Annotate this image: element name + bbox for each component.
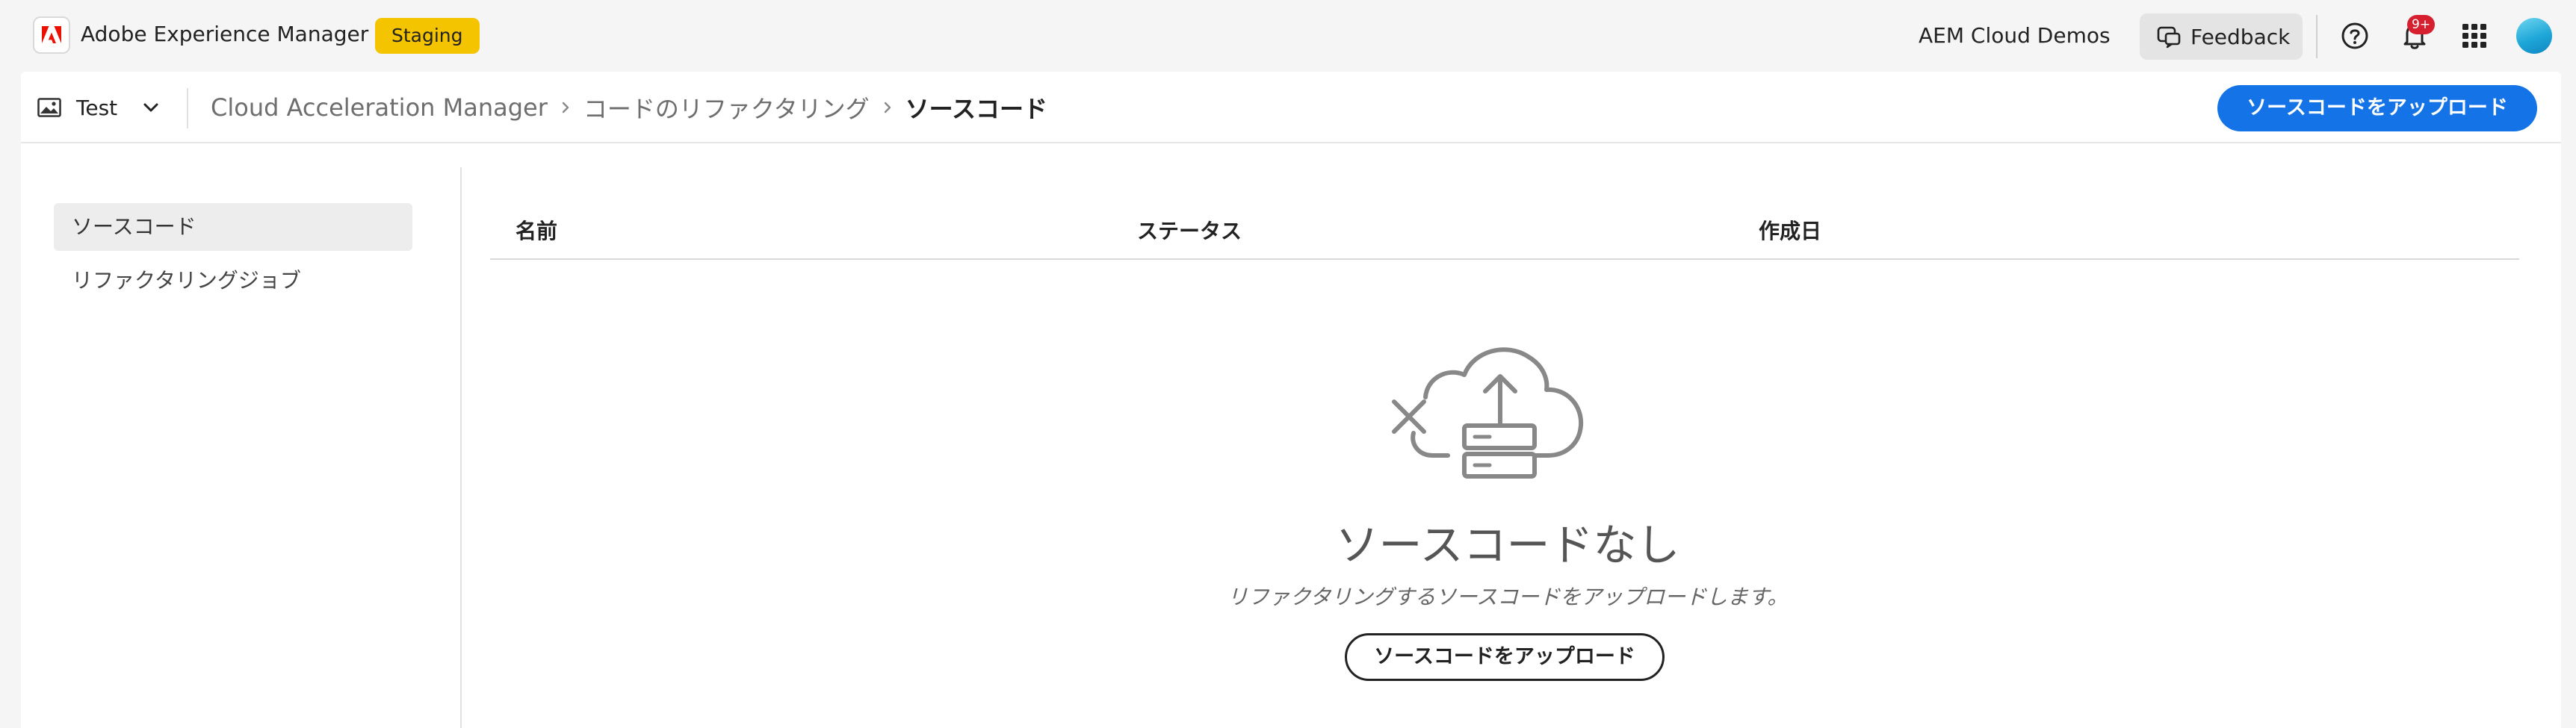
breadcrumb-item-refactoring[interactable]: コードのリファクタリング: [583, 90, 870, 125]
feedback-label: Feedback: [2190, 24, 2291, 49]
org-switcher[interactable]: AEM Cloud Demos: [1898, 18, 2131, 54]
sidebar-item-source-code[interactable]: ソースコード: [54, 203, 412, 251]
side-nav: ソースコード リファクタリングジョブ: [54, 203, 412, 311]
feedback-icon: [2157, 26, 2181, 49]
column-header-name[interactable]: 名前: [515, 217, 557, 246]
environment-badge: Staging: [375, 18, 480, 54]
chevron-right-icon: [884, 102, 891, 113]
chevron-down-icon: [143, 103, 158, 112]
empty-state-title: ソースコードなし: [1335, 520, 1680, 570]
chevron-right-icon: [562, 102, 569, 113]
sidebar-divider: [460, 167, 462, 728]
column-header-created[interactable]: 作成日: [1759, 217, 1821, 246]
program-switcher[interactable]: Test: [37, 88, 159, 127]
help-icon: [2341, 22, 2368, 49]
empty-state-upload-button[interactable]: ソースコードをアップロード: [1345, 633, 1665, 681]
cloud-upload-error-icon: [1392, 347, 1584, 479]
image-icon: [37, 98, 61, 117]
column-header-status[interactable]: ステータス: [1137, 217, 1242, 246]
upload-source-code-button[interactable]: ソースコードをアップロード: [2217, 85, 2537, 131]
app-switcher-button[interactable]: [2455, 16, 2494, 55]
header-divider: [2316, 15, 2318, 58]
empty-state-description: リファクタリングするソースコードをアップロードします。: [1227, 585, 1789, 609]
adobe-logo-icon[interactable]: [33, 16, 70, 54]
breadcrumb-item-cam[interactable]: Cloud Acceleration Manager: [211, 93, 548, 122]
sidebar-item-refactoring-jobs[interactable]: リファクタリングジョブ: [54, 257, 412, 305]
app-title[interactable]: Adobe Experience Manager: [81, 21, 368, 48]
notification-badge: 9+: [2407, 15, 2436, 34]
shell-header: Adobe Experience Manager Staging AEM Clo…: [0, 0, 2576, 72]
feedback-button[interactable]: Feedback: [2140, 13, 2303, 60]
app-grid-icon: [2462, 24, 2486, 48]
help-button[interactable]: [2335, 16, 2374, 55]
table-header: 名前 ステータス 作成日: [490, 211, 2519, 260]
breadcrumb: Cloud Acceleration Manager コードのリファクタリング …: [211, 90, 1047, 125]
avatar[interactable]: [2516, 18, 2552, 54]
main-panel: Test Cloud Acceleration Manager コードのリファク…: [21, 72, 2561, 728]
toolbar: Test Cloud Acceleration Manager コードのリファク…: [21, 72, 2561, 143]
toolbar-divider: [187, 88, 188, 128]
breadcrumb-item-current: ソースコード: [905, 95, 1047, 123]
program-name: Test: [76, 95, 118, 120]
